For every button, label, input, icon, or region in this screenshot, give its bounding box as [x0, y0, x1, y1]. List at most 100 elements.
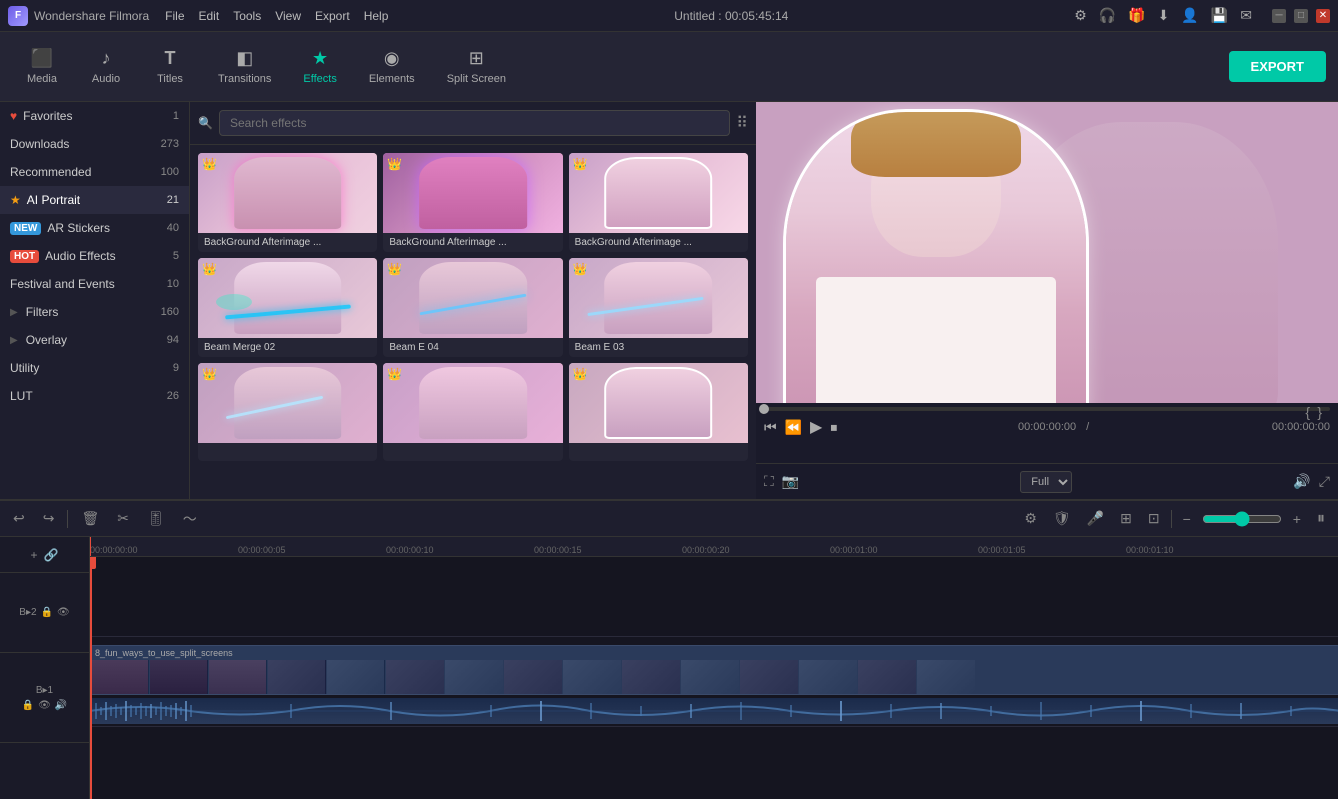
gallery-icon[interactable]: ⊡	[1143, 507, 1165, 530]
volume-icon[interactable]: 🔊	[1293, 473, 1310, 490]
effects-icon: ★	[312, 48, 328, 69]
clip-thumbnails	[91, 660, 975, 694]
effect-card-2[interactable]: 👑 BackGround Afterimage ...	[383, 153, 562, 252]
playhead-head[interactable]	[90, 557, 96, 569]
menu-help[interactable]: Help	[364, 9, 389, 23]
tab-elements[interactable]: ◉ Elements	[355, 42, 429, 91]
save-icon[interactable]: 💾	[1211, 7, 1228, 24]
sidebar-item-utility[interactable]: Utility 9	[0, 354, 189, 382]
sidebar-item-filters[interactable]: ▶ Filters 160	[0, 298, 189, 326]
sidebar-item-ai-portrait[interactable]: ★ AI Portrait 21	[0, 186, 189, 214]
sidebar-item-downloads[interactable]: Downloads 273	[0, 130, 189, 158]
effect-label-5: Beam E 04	[383, 338, 562, 357]
maximize-button[interactable]: □	[1294, 9, 1308, 23]
snapshot-icon[interactable]: 📷	[782, 473, 799, 490]
preview-progress-thumb[interactable]	[759, 404, 769, 414]
lut-count: 26	[167, 390, 179, 402]
effect-card-6[interactable]: 👑 Beam E 03	[569, 258, 748, 357]
menu-edit[interactable]: Edit	[199, 9, 220, 23]
timeline-ruler[interactable]: 00:00:00:00 00:00:00:05 00:00:00:10 00:0…	[90, 537, 1338, 557]
zoom-slider[interactable]	[1202, 511, 1282, 527]
sidebar-item-recommended[interactable]: Recommended 100	[0, 158, 189, 186]
tab-titles[interactable]: T Titles	[140, 42, 200, 91]
clip-thumb-5	[327, 660, 385, 694]
user-icon[interactable]: 👤	[1181, 7, 1198, 24]
effect-card-1[interactable]: 👑 BackGround Afterimage ...	[198, 153, 377, 252]
waveform-button[interactable]: 〜	[178, 506, 202, 532]
video-clip[interactable]: 8_fun_ways_to_use_split_screens	[90, 645, 1338, 695]
undo-button[interactable]: ↩	[8, 507, 30, 530]
audio-effects-count: 5	[173, 250, 179, 262]
mic-icon[interactable]: 🎤	[1082, 507, 1109, 530]
delete-button[interactable]: 🗑	[76, 507, 104, 530]
mail-icon[interactable]: ✉	[1240, 7, 1252, 24]
sidebar-item-overlay[interactable]: ▶ Overlay 94	[0, 326, 189, 354]
cut-button[interactable]: ✂	[112, 507, 134, 530]
fullscreen-icon[interactable]: ⛶	[764, 473, 774, 490]
multitrack-icon[interactable]: ⊞	[1115, 507, 1137, 530]
ruler-tick-1m: 00:00:01:00	[830, 545, 878, 555]
sidebar-item-favorites[interactable]: ♥ Favorites 1	[0, 102, 189, 130]
step-back-button[interactable]: ⏪	[785, 419, 802, 436]
clip-thumb-4	[268, 660, 326, 694]
download-icon[interactable]: ⬇	[1158, 7, 1170, 24]
effect-card-7[interactable]: 👑	[198, 363, 377, 461]
expand-icon[interactable]: ⤢	[1319, 473, 1330, 490]
pause-tl-button[interactable]: ⏸	[1312, 507, 1330, 531]
redo-button[interactable]: ↪	[38, 507, 60, 530]
tab-effects[interactable]: ★ Effects	[289, 42, 350, 91]
ruler-tick-1m5: 00:00:01:05	[978, 545, 1026, 555]
sidebar-item-lut[interactable]: LUT 26	[0, 382, 189, 410]
sidebar-item-audio-effects[interactable]: HOT Audio Effects 5	[0, 242, 189, 270]
headset-icon[interactable]: 🎧	[1099, 7, 1116, 24]
prev-frame-button[interactable]: ⏮	[764, 419, 777, 436]
clip-thumb-6	[386, 660, 444, 694]
link-track-icon[interactable]: 🔗	[44, 548, 59, 562]
settings-icon[interactable]: ⚙	[1074, 7, 1087, 24]
zoom-in-icon[interactable]: +	[1288, 508, 1306, 530]
effect-card-8[interactable]: 👑	[383, 363, 562, 461]
search-input[interactable]	[219, 110, 730, 136]
add-track-icon[interactable]: +	[31, 548, 38, 562]
menu-tools[interactable]: Tools	[233, 9, 261, 23]
effect-thumb-2: 👑	[383, 153, 562, 233]
preview-progress-bar[interactable]: { }	[764, 407, 1330, 411]
effect-card-3[interactable]: 👑 BackGround Afterimage ...	[569, 153, 748, 252]
shield-icon[interactable]: 🛡	[1048, 507, 1076, 530]
grid-layout-icon[interactable]: ⠿	[736, 113, 748, 133]
audio-adjust-button[interactable]: 🎚	[142, 507, 170, 530]
play-button[interactable]: ▶	[810, 417, 822, 437]
minimize-button[interactable]: ─	[1272, 9, 1286, 23]
export-button[interactable]: EXPORT	[1229, 51, 1326, 82]
effect-card-9[interactable]: 👑	[569, 363, 748, 461]
settings-tl-icon[interactable]: ⚙	[1019, 507, 1042, 530]
gift-icon[interactable]: 🎁	[1128, 7, 1145, 24]
track-1-eye-icon[interactable]: 👁	[57, 607, 70, 618]
tab-transitions[interactable]: ◧ Transitions	[204, 42, 285, 91]
menu-export[interactable]: Export	[315, 9, 350, 23]
festival-events-label: Festival and Events	[10, 277, 115, 291]
crown-icon-2: 👑	[387, 157, 402, 171]
close-button[interactable]: ✕	[1316, 9, 1330, 23]
quality-select[interactable]: Full	[1020, 471, 1072, 493]
tab-media[interactable]: ⬛ Media	[12, 42, 72, 91]
downloads-label: Downloads	[10, 137, 69, 151]
tab-audio[interactable]: ♪ Audio	[76, 42, 136, 91]
menu-file[interactable]: File	[165, 9, 184, 23]
zoom-out-icon[interactable]: −	[1178, 508, 1196, 530]
menu-view[interactable]: View	[275, 9, 301, 23]
utility-count: 9	[173, 362, 179, 374]
sidebar-item-ar-stickers[interactable]: NEW AR Stickers 40	[0, 214, 189, 242]
sidebar-item-festival-events[interactable]: Festival and Events 10	[0, 270, 189, 298]
stop-button[interactable]: ⏹	[830, 419, 837, 436]
ruler-tick-5: 00:00:00:05	[238, 545, 286, 555]
effects-label: Effects	[303, 73, 336, 85]
track-2-volume-icon[interactable]: 🔊	[55, 700, 67, 711]
effect-card-5[interactable]: 👑 Beam E 04	[383, 258, 562, 357]
track-2-eye-icon[interactable]: 👁	[38, 700, 51, 711]
track-2-lock-icon[interactable]: 🔒	[22, 700, 34, 711]
effect-card-4[interactable]: 👑 Beam Merge 02	[198, 258, 377, 357]
track-1-lock-icon[interactable]: 🔒	[41, 607, 53, 618]
tab-split-screen[interactable]: ⊞ Split Screen	[433, 42, 520, 91]
clip-thumb-8	[504, 660, 562, 694]
